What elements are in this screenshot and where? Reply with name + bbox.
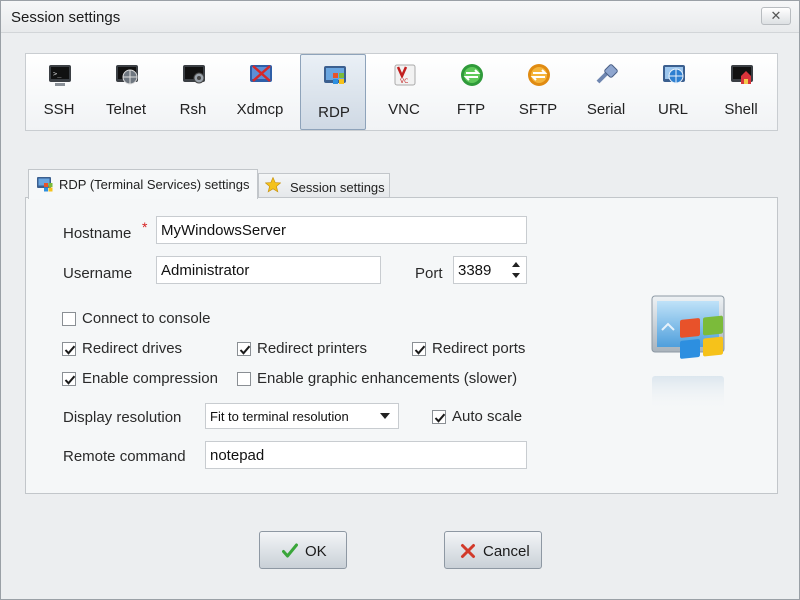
telnet-globe-icon [116, 65, 138, 85]
protocol-label: Rsh [179, 101, 207, 118]
display-resolution-select[interactable]: Fit to terminal resolution [205, 403, 399, 429]
ssh-terminal-icon: >_ [49, 65, 71, 86]
cross-icon [461, 544, 475, 558]
ftp-icon [461, 64, 483, 86]
protocol-label: Serial [586, 101, 626, 118]
protocol-label: SFTP [518, 101, 558, 118]
protocol-label: SSH [43, 101, 75, 118]
username-field[interactable]: Administrator [156, 256, 381, 284]
session-settings-dialog: Session settings ✕ >_ SSH Telnet Rsh Xdm… [0, 0, 800, 600]
hostname-label: Hostname [63, 225, 132, 242]
shell-house-icon [731, 65, 753, 84]
rsh-terminal-icon [183, 65, 205, 84]
protocol-label: VNC [388, 101, 420, 118]
cancel-button[interactable]: Cancel [444, 531, 542, 569]
title-bar[interactable]: Session settings ✕ [1, 1, 799, 33]
serial-plug-icon [596, 64, 618, 84]
protocol-label: Shell [724, 101, 758, 118]
display-resolution-value: Fit to terminal resolution [210, 409, 349, 424]
protocol-sftp[interactable]: SFTP [505, 54, 571, 130]
protocol-rsh[interactable]: Rsh [160, 54, 226, 130]
xdmcp-icon [250, 65, 272, 82]
redirect-printers-checkbox[interactable] [237, 342, 251, 356]
protocol-serial[interactable]: Serial [573, 54, 639, 130]
enable-compression-label: Enable compression [82, 370, 218, 387]
redirect-drives-label: Redirect drives [82, 340, 183, 357]
redirect-drives-checkbox[interactable] [62, 342, 76, 356]
svg-text:>_: >_ [53, 70, 62, 78]
remote-command-field[interactable]: notepad [205, 441, 527, 469]
protocol-vnc[interactable]: VC VNC [371, 54, 437, 130]
checkmark-icon [282, 543, 298, 558]
tab-label: Session settings [290, 180, 385, 195]
rdp-windows-icon [324, 66, 346, 84]
port-label: Port [415, 265, 443, 282]
protocol-url[interactable]: URL [640, 54, 706, 130]
checkmark-icon [414, 345, 426, 355]
remote-desktop-illustration-icon [651, 295, 725, 410]
hostname-field[interactable]: MyWindowsServer [156, 216, 527, 244]
spinner-arrows-icon[interactable] [510, 259, 522, 281]
window-title: Session settings [11, 9, 121, 26]
checkmark-icon [239, 345, 251, 355]
close-button[interactable]: ✕ [761, 7, 791, 25]
redirect-printers-label: Redirect printers [257, 340, 368, 357]
port-stepper[interactable]: 3389 [453, 256, 527, 284]
tab-rdp-settings[interactable]: RDP (Terminal Services) settings [28, 169, 258, 199]
chevron-down-icon [380, 413, 390, 419]
ok-button[interactable]: OK [259, 531, 347, 569]
redirect-ports-label: Redirect ports [432, 340, 526, 357]
required-marker: * [142, 219, 148, 235]
rdp-settings-panel: Hostname * MyWindowsServer Username Admi… [25, 197, 778, 494]
graphic-enhancements-checkbox[interactable] [237, 372, 251, 386]
auto-scale-checkbox[interactable] [432, 410, 446, 424]
protocol-label: FTP [456, 101, 486, 118]
protocol-label: RDP [318, 104, 350, 121]
protocol-rdp[interactable]: RDP [300, 54, 366, 130]
display-resolution-label: Display resolution [63, 409, 182, 426]
auto-scale-label: Auto scale [452, 408, 523, 425]
protocol-label: URL [657, 101, 688, 118]
checkmark-icon [64, 375, 76, 385]
ok-button-label: OK [305, 543, 327, 560]
protocol-telnet[interactable]: Telnet [93, 54, 159, 130]
port-value: 3389 [458, 262, 492, 279]
star-icon [265, 177, 281, 193]
tab-label: RDP (Terminal Services) settings [59, 177, 250, 192]
url-globe-icon [663, 65, 685, 84]
protocol-xdmcp[interactable]: Xdmcp [227, 54, 293, 130]
protocol-label: Xdmcp [236, 101, 284, 118]
username-label: Username [63, 265, 133, 282]
vnc-icon: VC [394, 64, 416, 86]
protocol-ftp[interactable]: FTP [438, 54, 504, 130]
protocol-toolbar: >_ SSH Telnet Rsh Xdmcp RDP VC VNC FTP S… [25, 53, 778, 131]
protocol-shell[interactable]: Shell [708, 54, 774, 130]
protocol-ssh[interactable]: >_ SSH [26, 54, 92, 130]
connect-to-console-checkbox[interactable] [62, 312, 76, 326]
redirect-ports-checkbox[interactable] [412, 342, 426, 356]
cancel-button-label: Cancel [483, 543, 530, 560]
protocol-label: Telnet [105, 101, 147, 118]
sftp-icon [528, 64, 550, 86]
graphic-enhancements-label: Enable graphic enhancements (slower) [257, 370, 518, 387]
checkmark-icon [434, 413, 446, 423]
enable-compression-checkbox[interactable] [62, 372, 76, 386]
svg-text:VC: VC [400, 78, 408, 85]
remote-command-label: Remote command [63, 448, 186, 465]
checkmark-icon [64, 345, 76, 355]
connect-to-console-label: Connect to console [82, 310, 211, 327]
rdp-windows-icon [37, 177, 53, 192]
